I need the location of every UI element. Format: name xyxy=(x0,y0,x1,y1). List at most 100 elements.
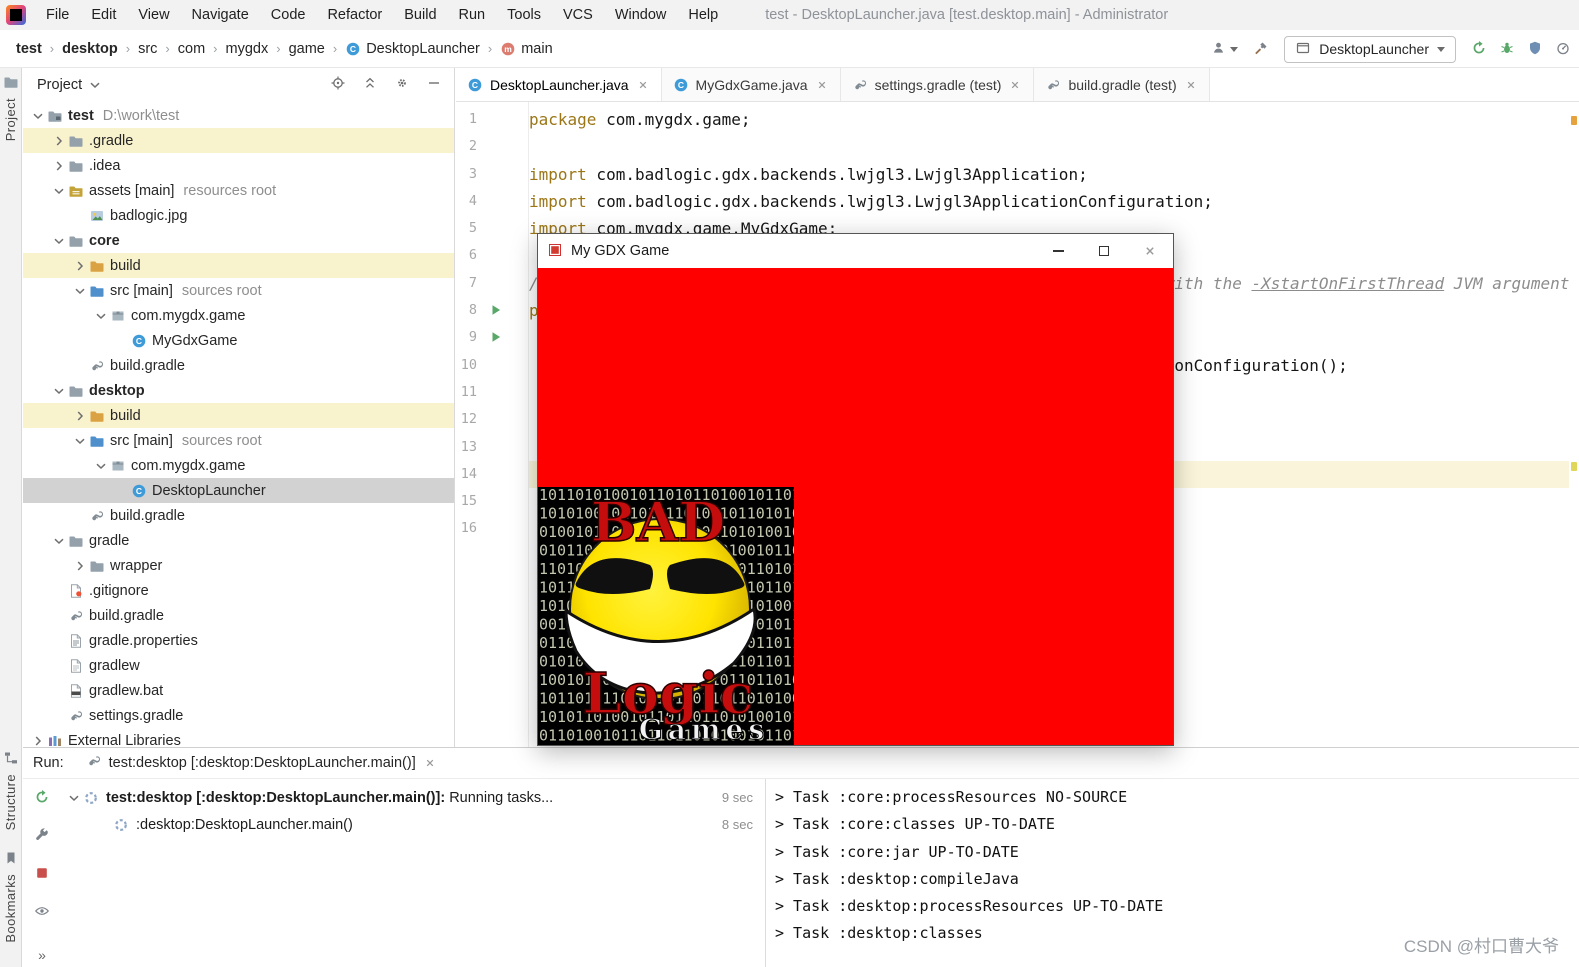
breadcrumb-test[interactable]: test xyxy=(16,41,42,57)
tree-item-build-gradle[interactable]: build.gradle xyxy=(23,603,454,628)
tree-item-external-libraries[interactable]: External Libraries xyxy=(23,728,454,747)
chevron-down-icon[interactable] xyxy=(50,183,67,199)
menu-file[interactable]: File xyxy=(35,0,80,30)
close-icon[interactable] xyxy=(1008,77,1022,93)
menu-tools[interactable]: Tools xyxy=(496,0,552,30)
chevron-right-icon[interactable] xyxy=(71,258,88,274)
menu-help[interactable]: Help xyxy=(677,0,729,30)
editor-tab-settings-gradle-test[interactable]: settings.gradle (test) xyxy=(841,68,1035,101)
run-line-icon[interactable] xyxy=(488,329,504,348)
tree-item-wrapper[interactable]: wrapper xyxy=(23,553,454,578)
code-line-2[interactable] xyxy=(529,133,1569,160)
profiler-button[interactable] xyxy=(1555,40,1571,59)
build-hammer-button[interactable] xyxy=(1253,40,1269,59)
chevron-down-icon[interactable] xyxy=(50,233,67,249)
tree-item-build[interactable]: build xyxy=(23,253,454,278)
maximize-button[interactable] xyxy=(1081,234,1127,268)
chevron-down-icon[interactable] xyxy=(87,77,103,93)
tree-item-assets-main[interactable]: assets [main]resources root xyxy=(23,178,454,203)
tree-item-com-mygdx-game[interactable]: com.mygdx.game xyxy=(23,303,454,328)
run-line-icon[interactable] xyxy=(488,302,504,321)
code-line-4[interactable]: import com.badlogic.gdx.backends.lwjgl3.… xyxy=(529,188,1569,215)
hide-panel-button[interactable] xyxy=(426,75,442,95)
user-button[interactable] xyxy=(1211,40,1238,59)
tree-item-com-mygdx-game[interactable]: com.mygdx.game xyxy=(23,453,454,478)
chevron-right-icon[interactable] xyxy=(71,408,88,424)
game-window[interactable]: My GDX Game 1011010100101101011010010110… xyxy=(537,233,1174,746)
tree-item-src-main[interactable]: src [main]sources root xyxy=(23,428,454,453)
project-panel-title[interactable]: Project xyxy=(37,77,82,93)
tree-item-desktop[interactable]: desktop xyxy=(23,378,454,403)
editor-tab-mygdxgame-java[interactable]: CMyGdxGame.java xyxy=(662,68,841,101)
stop-button[interactable] xyxy=(34,865,50,881)
menu-refactor[interactable]: Refactor xyxy=(316,0,393,30)
chevron-down-icon[interactable] xyxy=(92,458,109,474)
menu-window[interactable]: Window xyxy=(604,0,678,30)
menu-edit[interactable]: Edit xyxy=(80,0,127,30)
tree-item-core[interactable]: core xyxy=(23,228,454,253)
tree-item-desktoplauncher[interactable]: CDesktopLauncher xyxy=(23,478,454,503)
run-tab[interactable]: test:desktop [:desktop:DesktopLauncher.m… xyxy=(86,753,437,773)
tree-item-badlogic-jpg[interactable]: badlogic.jpg xyxy=(23,203,454,228)
tree-item-gradlew[interactable]: gradlew xyxy=(23,653,454,678)
code-line-3[interactable]: import com.badlogic.gdx.backends.lwjgl3.… xyxy=(529,161,1569,188)
run-panel-divider[interactable] xyxy=(765,779,766,967)
menu-run[interactable]: Run xyxy=(448,0,497,30)
editor-tab-desktoplauncher-java[interactable]: CDesktopLauncher.java xyxy=(456,68,662,101)
close-icon[interactable] xyxy=(636,77,650,93)
error-stripe-caret-mark[interactable] xyxy=(1571,462,1577,471)
toolwindow-project-button[interactable]: Project xyxy=(3,74,19,141)
wrench-button[interactable] xyxy=(34,827,50,843)
chevron-down-icon[interactable] xyxy=(29,108,46,124)
run-button[interactable] xyxy=(1471,40,1487,59)
eye-button[interactable] xyxy=(34,903,50,919)
tree-item-gitignore[interactable]: .gitignore xyxy=(23,578,454,603)
settings-gear-button[interactable] xyxy=(394,75,410,95)
chevron-right-icon[interactable] xyxy=(50,133,67,149)
tree-item-gradle-properties[interactable]: gradle.properties xyxy=(23,628,454,653)
tree-item-src-main[interactable]: src [main]sources root xyxy=(23,278,454,303)
breadcrumb-desktoplauncher[interactable]: CDesktopLauncher xyxy=(345,41,480,57)
tree-item-test[interactable]: testD:\work\test xyxy=(23,103,454,128)
tree-item-mygdxgame[interactable]: CMyGdxGame xyxy=(23,328,454,353)
tree-item-gradlew-bat[interactable]: gradlew.bat xyxy=(23,678,454,703)
tree-item-build-gradle[interactable]: build.gradle xyxy=(23,503,454,528)
chevron-down-icon[interactable] xyxy=(71,283,88,299)
breadcrumb-desktop[interactable]: desktop xyxy=(62,41,118,57)
breadcrumb-mygdx[interactable]: mygdx xyxy=(226,41,269,57)
close-icon[interactable] xyxy=(423,755,437,771)
minimize-button[interactable] xyxy=(1035,234,1081,268)
chevron-down-icon[interactable] xyxy=(92,308,109,324)
menu-navigate[interactable]: Navigate xyxy=(181,0,260,30)
tree-item-build[interactable]: build xyxy=(23,403,454,428)
run-tree-node[interactable]: test:desktop [:desktop:DesktopLauncher.m… xyxy=(61,784,765,811)
menu-view[interactable]: View xyxy=(127,0,180,30)
debug-button[interactable] xyxy=(1499,40,1515,59)
chevron-right-icon[interactable] xyxy=(71,558,88,574)
coverage-button[interactable] xyxy=(1527,40,1543,59)
breadcrumb-com[interactable]: com xyxy=(178,41,205,57)
toolwindow-structure-button[interactable]: Structure xyxy=(3,750,19,830)
menu-build[interactable]: Build xyxy=(393,0,447,30)
toolwindow-bookmarks-button[interactable]: Bookmarks xyxy=(3,850,19,943)
run-config-select[interactable]: DesktopLauncher xyxy=(1284,36,1456,63)
collapse-all-button[interactable] xyxy=(362,75,378,95)
breadcrumb-game[interactable]: game xyxy=(289,41,325,57)
tree-item-settings-gradle[interactable]: settings.gradle xyxy=(23,703,454,728)
more-toolwindows-button[interactable]: » xyxy=(23,947,61,963)
chevron-down-icon[interactable] xyxy=(50,383,67,399)
code-line-1[interactable]: package com.mygdx.game; xyxy=(529,106,1569,133)
tree-item-idea[interactable]: .idea xyxy=(23,153,454,178)
close-button[interactable] xyxy=(1127,234,1173,268)
close-icon[interactable] xyxy=(815,77,829,93)
editor-tab-build-gradle-test[interactable]: build.gradle (test) xyxy=(1034,68,1209,101)
error-stripe-warning-mark[interactable] xyxy=(1571,116,1577,125)
game-client-area[interactable]: 1011010100101101011010010110110101001011… xyxy=(538,268,1173,745)
locate-button[interactable] xyxy=(330,75,346,95)
chevron-right-icon[interactable] xyxy=(50,158,67,174)
breadcrumb-src[interactable]: src xyxy=(138,41,157,57)
chevron-right-icon[interactable] xyxy=(29,733,46,748)
chevron-down-icon[interactable] xyxy=(71,433,88,449)
chevron-down-icon[interactable] xyxy=(65,790,83,806)
tree-item-gradle[interactable]: .gradle xyxy=(23,128,454,153)
